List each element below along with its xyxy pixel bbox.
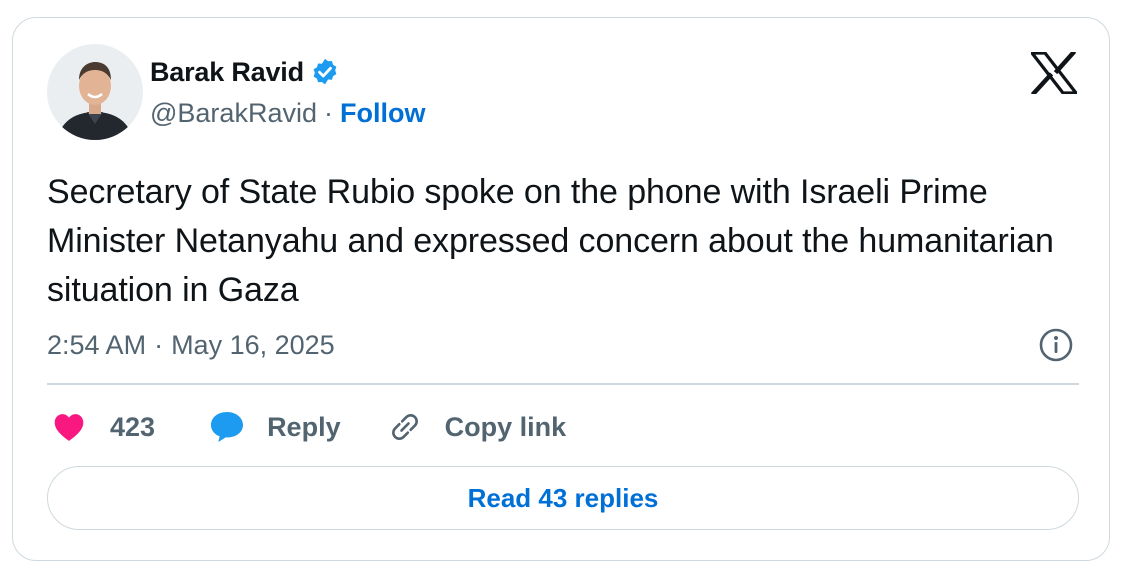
heart-icon [52,412,86,442]
action-bar: 423 Reply Copy link [47,404,566,450]
reply-label: Reply [267,411,341,442]
copy-link-button[interactable]: Copy link [387,409,567,445]
tweet-date: May 16, 2025 [171,329,335,360]
tweet-time: 2:54 AM [47,329,147,360]
timestamp-separator: · [154,329,164,360]
info-icon[interactable] [1036,325,1076,365]
x-logo-icon[interactable] [1030,49,1078,97]
author-name[interactable]: Barak Ravid [150,57,304,88]
like-button[interactable]: 423 [52,412,155,443]
like-count: 423 [110,411,156,442]
avatar[interactable] [47,44,143,140]
author-handle[interactable]: @BarakRavid [150,98,317,129]
verified-badge-icon [310,57,340,87]
follow-button[interactable]: Follow [340,98,425,129]
tweet-card: Barak Ravid @BarakRavid · Follow Secreta… [12,17,1110,561]
reply-button[interactable]: Reply [209,410,341,444]
speech-bubble-icon [209,410,245,444]
link-icon [387,409,423,445]
tweet-text: Secretary of State Rubio spoke on the ph… [47,173,1054,309]
read-replies-button[interactable]: Read 43 replies [47,466,1079,530]
copy-link-label: Copy link [444,411,567,442]
divider [47,383,1079,385]
tweet-timestamp[interactable]: 2:54 AM · May 16, 2025 [47,325,335,365]
avatar-photo [47,44,143,140]
handle-separator: · [323,97,333,128]
author-handle-row: @BarakRavid · Follow [150,95,425,131]
author-name-row: Barak Ravid [150,54,340,90]
